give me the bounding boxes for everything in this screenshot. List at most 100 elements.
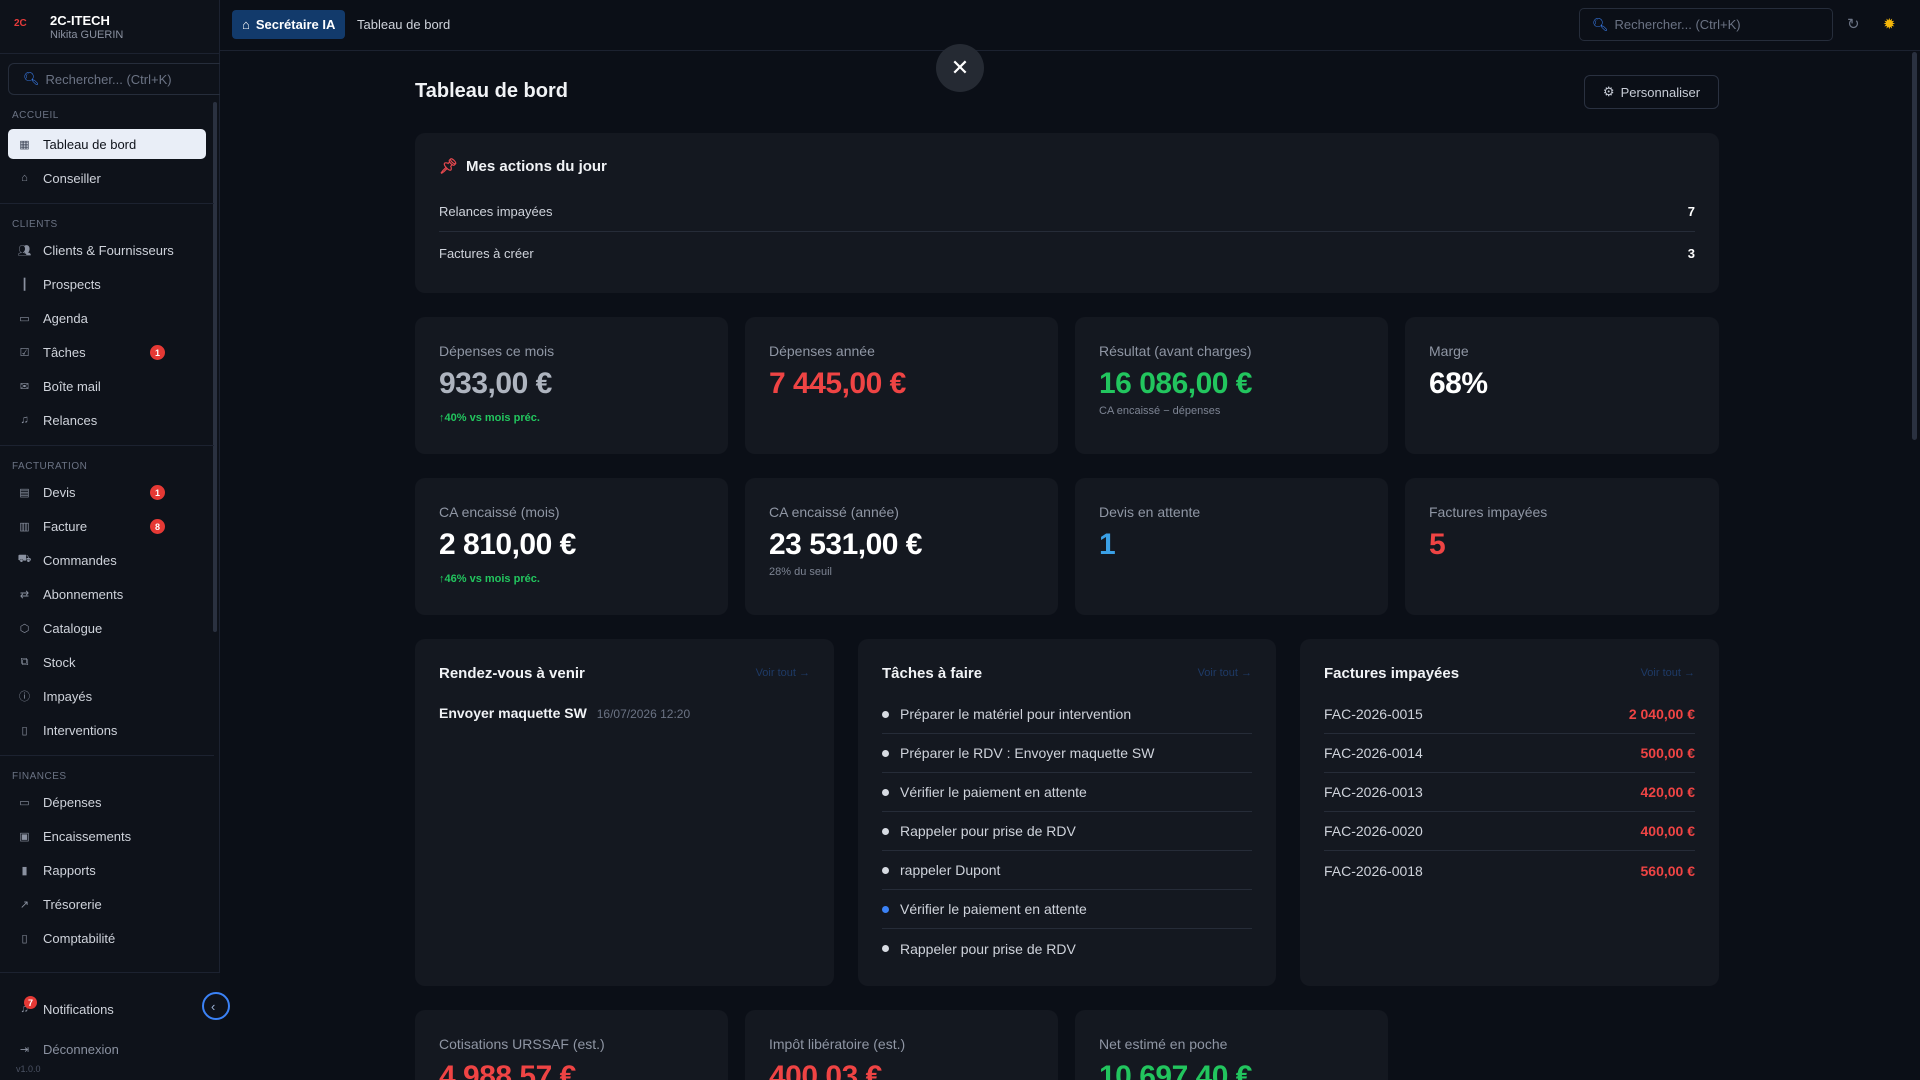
- stat-card[interactable]: CA encaissé (année) 23 531,00 € 28% du s…: [745, 478, 1058, 615]
- stat-card[interactable]: Dépenses année 7 445,00 €: [745, 317, 1058, 454]
- stat-card[interactable]: Factures impayées 5: [1405, 478, 1719, 615]
- task-dot: [882, 788, 889, 796]
- sidebar-item-conseiller[interactable]: ⌂ Conseiller: [8, 163, 206, 193]
- sidebar-item-commandes[interactable]: ⛟ Commandes: [8, 545, 206, 575]
- task-dot: [882, 710, 889, 718]
- invoice-ref: FAC-2026-0018: [1324, 862, 1423, 879]
- sidebar-item-comptabilite[interactable]: ▯ Comptabilité: [8, 923, 206, 953]
- brand[interactable]: 2C 2C-ITECH Nikita GUERIN: [0, 0, 219, 54]
- notifications-button[interactable]: ♫ Notifications 7: [8, 994, 198, 1024]
- sidebar-item-devis[interactable]: ▤ Devis 1: [8, 477, 206, 507]
- sun-icon[interactable]: ✹: [1883, 15, 1896, 33]
- stat-card[interactable]: CA encaissé (mois) 2 810,00 € ↑46% vs mo…: [415, 478, 728, 615]
- task-item[interactable]: Rappeler pour prise de RDV: [882, 812, 1252, 851]
- action-row[interactable]: Relances impayées 7: [439, 192, 1695, 232]
- calendar-icon: ▭: [19, 312, 30, 325]
- unpaid-invoices-title: Factures impayées: [1324, 665, 1460, 682]
- sidebar-item-stock[interactable]: ⧉ Stock: [8, 647, 206, 677]
- stat-trend: ↑40% vs mois préc.: [439, 412, 540, 424]
- top-search-input[interactable]: 🔍︎ Rechercher... (Ctrl+K): [1579, 8, 1833, 41]
- sidebar-item-depenses[interactable]: ▭ Dépenses: [8, 787, 206, 817]
- sidebar-item-tableau-de-bord[interactable]: ▦ Tableau de bord: [8, 129, 206, 159]
- credit-card-icon: ▭: [19, 796, 30, 809]
- sidebar-item-agenda[interactable]: ▭ Agenda: [8, 303, 206, 333]
- stat-subtitle: CA encaissé − dépenses: [1099, 405, 1221, 417]
- action-row[interactable]: Factures à créer 3: [439, 233, 1695, 273]
- invoice-amount: 500,00 €: [1640, 745, 1696, 761]
- invoice-ref: FAC-2026-0015: [1324, 706, 1423, 722]
- sidebar-item-label: Agenda: [43, 310, 88, 326]
- unpaid-see-all-link[interactable]: Voir tout →: [1641, 667, 1695, 679]
- sidebar-footer: ♫ Notifications 7 ⇥ Déconnexion v1.0.0: [0, 972, 220, 1080]
- stat-label: Devis en attente: [1099, 504, 1201, 520]
- sidebar-item-relances[interactable]: ♫ Relances: [8, 405, 206, 435]
- task-label: Vérifier le paiement en attente: [900, 784, 1087, 800]
- sidebar-item-label: Abonnements: [43, 586, 124, 602]
- customize-button[interactable]: ⚙ Personnaliser: [1584, 75, 1719, 109]
- stat-value: 23 531,00 €: [769, 528, 922, 561]
- sidebar-item-taches[interactable]: ☑ Tâches 1: [8, 337, 206, 367]
- task-item[interactable]: Vérifier le paiement en attente: [882, 773, 1252, 812]
- page-title: Tableau de bord: [415, 80, 568, 102]
- top-search-placeholder: Rechercher... (Ctrl+K): [1614, 17, 1741, 32]
- stat-card[interactable]: Cotisations URSSAF (est.) 4 988,57 €: [415, 1010, 728, 1080]
- sidebar-item-clients[interactable]: 👥︎ Clients & Fournisseurs: [8, 235, 206, 265]
- sidebar-collapse-button[interactable]: ‹: [202, 992, 230, 1020]
- sidebar-item-label: Interventions: [43, 722, 118, 738]
- close-button[interactable]: ✕: [936, 44, 984, 92]
- sidebar-item-interventions[interactable]: ▯ Interventions: [8, 715, 206, 745]
- appointments-title: Rendez-vous à venir: [439, 665, 585, 682]
- tasks-see-all-link[interactable]: Voir tout →: [1198, 667, 1252, 679]
- invoice-row[interactable]: FAC-2026-0013 420,00 €: [1324, 773, 1695, 812]
- sidebar-item-impayes[interactable]: ⓘ Impayés: [8, 681, 206, 711]
- task-item[interactable]: rappeler Dupont: [882, 851, 1252, 890]
- invoice-row[interactable]: FAC-2026-0018 560,00 €: [1324, 851, 1695, 890]
- sidebar-item-encaissements[interactable]: ▣ Encaissements: [8, 821, 206, 851]
- sidebar-item-boite-mail[interactable]: ✉ Boîte mail: [8, 371, 206, 401]
- invoice-row[interactable]: FAC-2026-0014 500,00 €: [1324, 734, 1695, 773]
- cart-icon: ⛟: [17, 553, 32, 565]
- task-label: Préparer le matériel pour intervention: [900, 706, 1132, 722]
- ai-secretary-button[interactable]: ⌂ Secrétaire IA: [232, 10, 346, 39]
- invoice-row[interactable]: FAC-2026-0020 400,00 €: [1324, 812, 1695, 851]
- section-clients: CLIENTS: [12, 219, 58, 230]
- main-scrollbar[interactable]: [1912, 52, 1917, 440]
- stat-value: 933,00 €: [439, 367, 552, 400]
- clipboard-icon: ▯: [21, 724, 28, 737]
- ai-secretary-label: Secrétaire IA: [255, 17, 336, 32]
- task-item[interactable]: Préparer le matériel pour intervention: [882, 695, 1252, 734]
- sidebar-item-rapports[interactable]: ▮ Rapports: [8, 855, 206, 885]
- app-logo: 2C: [14, 17, 27, 29]
- appointments-see-all-link[interactable]: Voir tout →: [756, 667, 810, 679]
- stat-card[interactable]: Résultat (avant charges) 16 086,00 € CA …: [1075, 317, 1388, 454]
- sidebar-item-prospects[interactable]: ┃ Prospects: [8, 269, 206, 299]
- sidebar-item-tresorerie[interactable]: ↗ Trésorerie: [8, 889, 206, 919]
- breadcrumb: Tableau de bord: [357, 17, 451, 32]
- sidebar-item-label: Conseiller: [43, 170, 101, 186]
- section-finances: FINANCES: [12, 771, 67, 782]
- appointment-title: Envoyer maquette SW: [439, 705, 587, 721]
- user-name: Nikita GUERIN: [50, 28, 124, 41]
- task-item[interactable]: Vérifier le paiement en attente: [882, 890, 1252, 929]
- task-item[interactable]: Rappeler pour prise de RDV: [882, 929, 1252, 968]
- task-item[interactable]: Préparer le RDV : Envoyer maquette SW: [882, 734, 1252, 773]
- stat-label: Cotisations URSSAF (est.): [439, 1036, 605, 1052]
- sidebar-item-abonnements[interactable]: ⇄ Abonnements: [8, 579, 206, 609]
- stat-card[interactable]: Dépenses ce mois 933,00 € ↑40% vs mois p…: [415, 317, 728, 454]
- sidebar-search-input[interactable]: 🔍︎ Rechercher... (Ctrl+K): [8, 63, 220, 95]
- sidebar-item-label: Encaissements: [43, 828, 132, 844]
- sidebar-item-facture[interactable]: ▥ Facture 8: [8, 511, 206, 541]
- appointment-item[interactable]: Envoyer maquette SW 16/07/2026 12:20: [439, 705, 690, 721]
- appointments-panel: Rendez-vous à venir Voir tout → Envoyer …: [415, 639, 834, 986]
- invoice-row[interactable]: FAC-2026-0015 2 040,00 €: [1324, 695, 1695, 734]
- stat-card[interactable]: Net estimé en poche 10 697,40 €: [1075, 1010, 1388, 1080]
- refresh-icon[interactable]: ↻: [1847, 15, 1860, 33]
- sidebar-item-label: Stock: [43, 654, 76, 670]
- logout-button[interactable]: ⇥ Déconnexion: [8, 1034, 198, 1064]
- stat-card[interactable]: Impôt libératoire (est.) 400,03 €: [745, 1010, 1058, 1080]
- stat-card[interactable]: Devis en attente 1: [1075, 478, 1388, 615]
- stat-label: Résultat (avant charges): [1099, 343, 1252, 359]
- stat-card[interactable]: Marge 68%: [1405, 317, 1719, 454]
- sidebar-item-catalogue[interactable]: ⬡ Catalogue: [8, 613, 206, 643]
- bars-icon: ┃: [21, 278, 28, 291]
